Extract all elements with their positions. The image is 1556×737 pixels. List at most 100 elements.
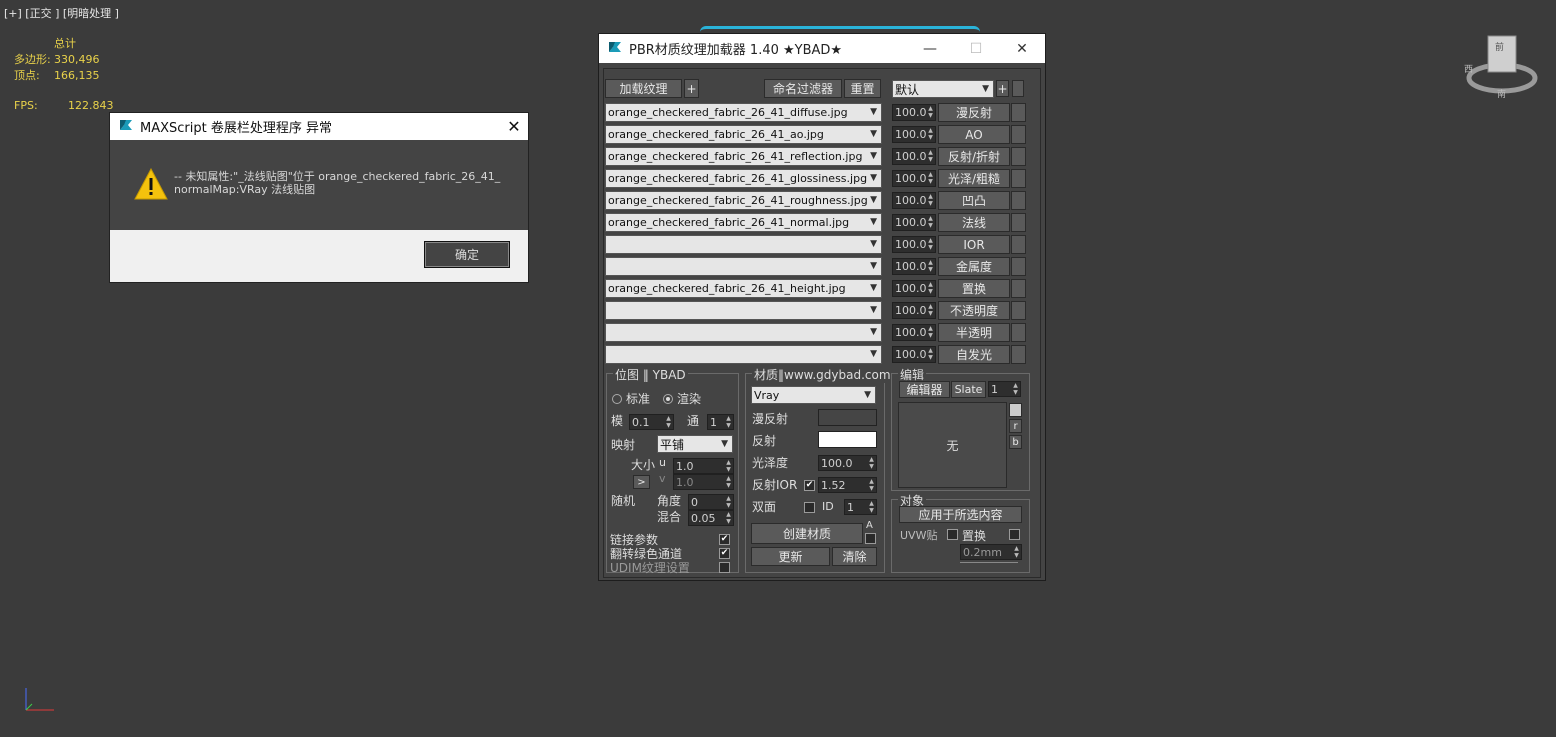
map-clear-button[interactable] bbox=[1011, 257, 1026, 276]
update-button[interactable]: 更新 bbox=[751, 547, 830, 566]
close-icon[interactable]: ✕ bbox=[500, 117, 528, 136]
map-clear-button[interactable] bbox=[1011, 169, 1026, 188]
map-slot-button[interactable]: 自发光 bbox=[938, 345, 1010, 364]
map-clear-button[interactable] bbox=[1011, 125, 1026, 144]
minimize-icon[interactable]: — bbox=[907, 41, 953, 57]
id-spinner[interactable]: 1 ▲ ▼ bbox=[844, 499, 877, 515]
gloss-spinner[interactable]: 100.0 ▲ ▼ bbox=[818, 455, 877, 471]
map-clear-button[interactable] bbox=[1011, 301, 1026, 320]
map-clear-button[interactable] bbox=[1011, 345, 1026, 364]
map-clear-button[interactable] bbox=[1011, 191, 1026, 210]
displace-spinner[interactable]: 0.2mm ▲ ▼ bbox=[960, 544, 1022, 560]
b-button[interactable]: b bbox=[1009, 435, 1022, 449]
diffuse-color-swatch[interactable] bbox=[818, 409, 877, 426]
blend-spinner[interactable]: 0.05 ▲ ▼ bbox=[688, 510, 734, 526]
map-slot-button[interactable]: 凹凸 bbox=[938, 191, 1010, 210]
map-slot-button[interactable]: AO bbox=[938, 125, 1010, 144]
reset-button[interactable]: 重置 bbox=[844, 79, 881, 98]
map-file-select[interactable]: orange_checkered_fabric_26_41_ao.jpg ▼ bbox=[605, 125, 882, 144]
renderer-select[interactable]: Vray ▼ bbox=[751, 386, 876, 404]
map-amount-spinner[interactable]: 100.0 ▲ ▼ bbox=[892, 280, 936, 297]
create-material-button[interactable]: 创建材质 bbox=[751, 523, 863, 544]
slot-spinner[interactable]: 1 ▲ ▼ bbox=[988, 381, 1021, 397]
close-icon[interactable]: ✕ bbox=[999, 41, 1045, 57]
v-tiling-spinner[interactable]: 1.0 ▲ ▼ bbox=[673, 474, 734, 490]
channel-spinner[interactable]: 1 ▲ ▼ bbox=[707, 414, 734, 430]
map-slot-button[interactable]: 漫反射 bbox=[938, 103, 1010, 122]
standard-radio[interactable] bbox=[612, 394, 622, 404]
auto-checkbox[interactable] bbox=[865, 533, 876, 544]
map-slot-button[interactable]: 金属度 bbox=[938, 257, 1010, 276]
link-params-checkbox[interactable]: ✔ bbox=[719, 534, 730, 545]
map-amount-spinner[interactable]: 100.0 ▲ ▼ bbox=[892, 236, 936, 253]
preset-select[interactable]: 默认 ▼ bbox=[892, 80, 994, 98]
ior-checkbox[interactable]: ✔ bbox=[804, 480, 815, 491]
map-amount-spinner[interactable]: 100.0 ▲ ▼ bbox=[892, 126, 936, 143]
apply-selected-button[interactable]: 应用于所选内容 bbox=[899, 506, 1022, 523]
map-amount-spinner[interactable]: 100.0 ▲ ▼ bbox=[892, 192, 936, 209]
map-clear-button[interactable] bbox=[1011, 213, 1026, 232]
map-slot-button[interactable]: 置换 bbox=[938, 279, 1010, 298]
editor-button[interactable]: 编辑器 bbox=[899, 381, 950, 398]
map-clear-button[interactable] bbox=[1011, 279, 1026, 298]
map-file-select[interactable]: orange_checkered_fabric_26_41_roughness.… bbox=[605, 191, 882, 210]
map-slot-button[interactable]: 半透明 bbox=[938, 323, 1010, 342]
load-textures-button[interactable]: 加载纹理 bbox=[605, 79, 682, 98]
name-filter-button[interactable]: 命名过滤器 bbox=[764, 79, 842, 98]
map-file-select[interactable]: ▼ bbox=[605, 323, 882, 342]
map-file-select[interactable]: ▼ bbox=[605, 257, 882, 276]
preset-add-button[interactable]: + bbox=[996, 80, 1009, 97]
map-amount-spinner[interactable]: 100.0 ▲ ▼ bbox=[892, 302, 936, 319]
slate-button[interactable]: Slate bbox=[951, 381, 986, 398]
twosided-checkbox[interactable] bbox=[804, 502, 815, 513]
map-amount-spinner[interactable]: 100.0 ▲ ▼ bbox=[892, 148, 936, 165]
map-file-select[interactable]: orange_checkered_fabric_26_41_glossiness… bbox=[605, 169, 882, 188]
map-file-select[interactable]: orange_checkered_fabric_26_41_diffuse.jp… bbox=[605, 103, 882, 122]
displace-checkbox[interactable] bbox=[1009, 529, 1020, 540]
preset-save-button[interactable] bbox=[1012, 80, 1024, 97]
map-clear-button[interactable] bbox=[1011, 323, 1026, 342]
map-slot-button[interactable]: IOR bbox=[938, 235, 1010, 254]
map-file-select[interactable]: ▼ bbox=[605, 345, 882, 364]
udim-checkbox[interactable] bbox=[719, 562, 730, 573]
error-dialog-titlebar[interactable]: MAXScript 卷展栏处理程序 异常 ✕ bbox=[110, 113, 528, 140]
map-clear-button[interactable] bbox=[1011, 235, 1026, 254]
map-file-select[interactable]: ▼ bbox=[605, 301, 882, 320]
ior-spinner[interactable]: 1.52 ▲ ▼ bbox=[818, 477, 877, 493]
load-add-button[interactable]: + bbox=[684, 79, 699, 98]
viewport-label[interactable]: [+] [正交 ] [明暗处理 ] bbox=[4, 5, 119, 21]
map-file-select[interactable]: ▼ bbox=[605, 235, 882, 254]
map-amount-spinner[interactable]: 100.0 ▲ ▼ bbox=[892, 104, 936, 121]
material-preview[interactable]: 无 bbox=[898, 402, 1007, 488]
map-slot-button[interactable]: 光泽/粗糙 bbox=[938, 169, 1010, 188]
r-button[interactable]: r bbox=[1009, 419, 1022, 433]
u-tiling-spinner[interactable]: 1.0 ▲ ▼ bbox=[673, 458, 734, 474]
chevron-down-icon: ▼ bbox=[870, 217, 877, 227]
reflect-color-swatch[interactable] bbox=[818, 431, 877, 448]
map-amount-spinner[interactable]: 100.0 ▲ ▼ bbox=[892, 258, 936, 275]
ok-button[interactable]: 确定 bbox=[424, 241, 510, 268]
map-slot-button[interactable]: 反射/折射 bbox=[938, 147, 1010, 166]
map-amount-spinner[interactable]: 100.0 ▲ ▼ bbox=[892, 214, 936, 231]
map-amount-spinner[interactable]: 100.0 ▲ ▼ bbox=[892, 324, 936, 341]
angle-spinner[interactable]: 0 ▲ ▼ bbox=[688, 494, 734, 510]
render-radio[interactable] bbox=[663, 394, 673, 404]
uvw-checkbox[interactable] bbox=[947, 529, 958, 540]
map-amount-spinner[interactable]: 100.0 ▲ ▼ bbox=[892, 346, 936, 363]
flip-green-checkbox[interactable]: ✔ bbox=[719, 548, 730, 559]
preview-color-button[interactable] bbox=[1009, 403, 1022, 417]
mapping-select[interactable]: 平铺 ▼ bbox=[657, 435, 733, 453]
map-slot-button[interactable]: 法线 bbox=[938, 213, 1010, 232]
map-clear-button[interactable] bbox=[1011, 103, 1026, 122]
clear-button[interactable]: 清除 bbox=[832, 547, 877, 566]
map-file-select[interactable]: orange_checkered_fabric_26_41_reflection… bbox=[605, 147, 882, 166]
map-file-select[interactable]: orange_checkered_fabric_26_41_normal.jpg… bbox=[605, 213, 882, 232]
more-button[interactable]: > bbox=[633, 475, 650, 489]
map-clear-button[interactable] bbox=[1011, 147, 1026, 166]
window-titlebar[interactable]: PBR材质纹理加载器 1.40 ★YBAD★ — ☐ ✕ bbox=[599, 34, 1045, 63]
map-slot-button[interactable]: 不透明度 bbox=[938, 301, 1010, 320]
blur-spinner[interactable]: 0.1 ▲ ▼ bbox=[629, 414, 674, 430]
map-file-select[interactable]: orange_checkered_fabric_26_41_height.jpg… bbox=[605, 279, 882, 298]
viewcube[interactable]: 前 西 南 bbox=[1464, 34, 1540, 100]
map-amount-spinner[interactable]: 100.0 ▲ ▼ bbox=[892, 170, 936, 187]
